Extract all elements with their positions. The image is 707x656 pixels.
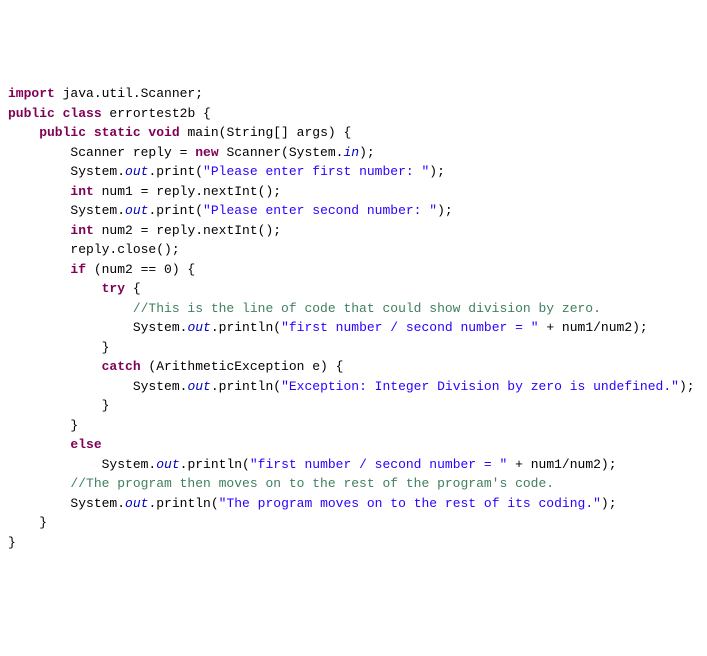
code-line: int num2 = reply.nextInt();	[8, 221, 699, 241]
text: java.util.Scanner;	[55, 86, 203, 101]
code-line: if (num2 == 0) {	[8, 260, 699, 280]
text: );	[359, 145, 375, 160]
text: reply.close();	[8, 242, 180, 257]
string-literal: "The program moves on to the rest of its…	[219, 496, 601, 511]
code-line: System.out.print("Please enter second nu…	[8, 201, 699, 221]
code-line: catch (ArithmeticException e) {	[8, 357, 699, 377]
code-line: }	[8, 338, 699, 358]
code-line: try {	[8, 279, 699, 299]
text: .println(	[180, 457, 250, 472]
kw-class: class	[55, 106, 102, 121]
string-literal: "Please enter second number: "	[203, 203, 437, 218]
text: System.	[8, 203, 125, 218]
text: }	[8, 515, 47, 530]
text: {	[125, 281, 141, 296]
kw-static: static	[86, 125, 141, 140]
text: );	[601, 496, 617, 511]
code-line: System.out.println("The program moves on…	[8, 494, 699, 514]
comment: //This is the line of code that could sh…	[8, 301, 601, 316]
kw-int: int	[8, 184, 94, 199]
code-line: public static void main(String[] args) {	[8, 123, 699, 143]
text: .println(	[211, 320, 281, 335]
code-line: System.out.println("first number / secon…	[8, 455, 699, 475]
text: System.	[8, 320, 187, 335]
field-out: out	[125, 203, 148, 218]
text: Scanner reply =	[8, 145, 195, 160]
field-in: in	[343, 145, 359, 160]
kw-void: void	[141, 125, 180, 140]
text: }	[8, 418, 78, 433]
field-out: out	[187, 379, 210, 394]
code-line: int num1 = reply.nextInt();	[8, 182, 699, 202]
field-out: out	[125, 164, 148, 179]
code-line: System.out.println("first number / secon…	[8, 318, 699, 338]
comment: //The program then moves on to the rest …	[8, 476, 554, 491]
code-line: }	[8, 513, 699, 533]
text: .println(	[148, 496, 218, 511]
code-line: }	[8, 416, 699, 436]
string-literal: "Please enter first number: "	[203, 164, 429, 179]
text: Scanner(System.	[219, 145, 344, 160]
text: }	[8, 398, 109, 413]
text: num1 = reply.nextInt();	[94, 184, 281, 199]
string-literal: "first number / second number = "	[250, 457, 507, 472]
kw-int: int	[8, 223, 94, 238]
text: .print(	[148, 164, 203, 179]
text: .print(	[148, 203, 203, 218]
text: );	[429, 164, 445, 179]
text: }	[8, 340, 109, 355]
text: num2 = reply.nextInt();	[94, 223, 281, 238]
code-line: //The program then moves on to the rest …	[8, 474, 699, 494]
code-line: }	[8, 396, 699, 416]
text: main(String[] args) {	[180, 125, 352, 140]
text: );	[437, 203, 453, 218]
kw-if: if	[8, 262, 86, 277]
text: }	[8, 535, 16, 550]
text: System.	[8, 379, 187, 394]
kw-else: else	[8, 437, 102, 452]
string-literal: "Exception: Integer Division by zero is …	[281, 379, 679, 394]
kw-catch: catch	[8, 359, 141, 374]
text: System.	[8, 457, 156, 472]
kw-public: public	[8, 106, 55, 121]
string-literal: "first number / second number = "	[281, 320, 538, 335]
text: );	[679, 379, 695, 394]
field-out: out	[125, 496, 148, 511]
code-line: System.out.print("Please enter first num…	[8, 162, 699, 182]
field-out: out	[187, 320, 210, 335]
field-out: out	[156, 457, 179, 472]
code-line: }	[8, 533, 699, 553]
code-line: reply.close();	[8, 240, 699, 260]
text: System.	[8, 496, 125, 511]
text: (ArithmeticException e) {	[141, 359, 344, 374]
code-line: else	[8, 435, 699, 455]
kw-try: try	[8, 281, 125, 296]
text: + num1/num2);	[507, 457, 616, 472]
text: (num2 == 0) {	[86, 262, 195, 277]
kw-import: import	[8, 86, 55, 101]
code-line: Scanner reply = new Scanner(System.in);	[8, 143, 699, 163]
code-line: public class errortest2b {	[8, 104, 699, 124]
text: System.	[8, 164, 125, 179]
text: .println(	[211, 379, 281, 394]
text: errortest2b {	[102, 106, 211, 121]
code-line: import java.util.Scanner;	[8, 84, 699, 104]
code-line: //This is the line of code that could sh…	[8, 299, 699, 319]
text: + num1/num2);	[539, 320, 648, 335]
code-editor: import java.util.Scanner;public class er…	[8, 84, 699, 552]
kw-new: new	[195, 145, 218, 160]
kw-public: public	[8, 125, 86, 140]
code-line: System.out.println("Exception: Integer D…	[8, 377, 699, 397]
